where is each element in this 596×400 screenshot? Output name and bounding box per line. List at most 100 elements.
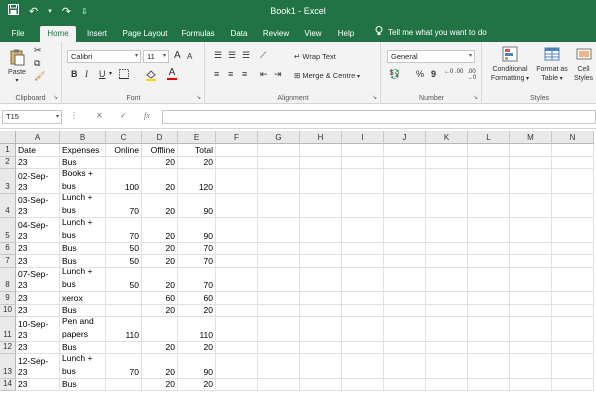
wrap-text-button[interactable]: ↵ Wrap Text <box>294 52 336 61</box>
cell-n7[interactable] <box>552 255 594 268</box>
cell-j12[interactable] <box>384 341 426 354</box>
shrink-font-button[interactable]: A <box>187 52 192 61</box>
cancel-icon[interactable]: ✕ <box>96 111 103 120</box>
cell-l14[interactable] <box>468 378 510 391</box>
cell-g9[interactable] <box>258 292 300 305</box>
cell-h5[interactable] <box>300 218 342 243</box>
cell-j1[interactable] <box>384 144 426 157</box>
cell-b1[interactable]: Expenses <box>60 144 106 157</box>
cell-j8[interactable] <box>384 267 426 292</box>
cell-m4[interactable] <box>510 193 552 218</box>
cell-n13[interactable] <box>552 354 594 379</box>
column-header-l[interactable]: L <box>468 131 510 144</box>
increase-indent-icon[interactable]: ⇥ <box>274 69 282 80</box>
column-header-k[interactable]: K <box>426 131 468 144</box>
align-middle-icon[interactable]: ☰ <box>228 50 236 61</box>
cell-d5[interactable]: 20 <box>142 218 178 243</box>
cell-a6[interactable]: 05-Sep-23 <box>16 242 60 255</box>
column-header-h[interactable]: H <box>300 131 342 144</box>
cell-l5[interactable] <box>468 218 510 243</box>
cell-h1[interactable] <box>300 144 342 157</box>
cell-k14[interactable] <box>426 378 468 391</box>
cell-l10[interactable] <box>468 304 510 317</box>
cell-a14[interactable]: 13-Sep-23 <box>16 378 60 391</box>
cell-k11[interactable] <box>426 317 468 342</box>
cell-a3[interactable]: 02-Sep-23 <box>16 169 60 194</box>
cell-g7[interactable] <box>258 255 300 268</box>
font-launcher-icon[interactable]: ↘ <box>196 94 201 101</box>
cell-f2[interactable] <box>216 156 258 169</box>
cell-j4[interactable] <box>384 193 426 218</box>
row-header-3[interactable]: 3 <box>0 169 16 194</box>
cell-j11[interactable] <box>384 317 426 342</box>
cell-g13[interactable] <box>258 354 300 379</box>
cell-l7[interactable] <box>468 255 510 268</box>
cell-m5[interactable] <box>510 218 552 243</box>
cell-h3[interactable] <box>300 169 342 194</box>
cell-h13[interactable] <box>300 354 342 379</box>
cell-a5[interactable]: 04-Sep-23 <box>16 218 60 243</box>
tab-help[interactable]: Help <box>334 26 358 42</box>
decrease-decimal-button[interactable]: .00 →0 <box>462 69 481 81</box>
cell-k6[interactable] <box>426 242 468 255</box>
cell-l1[interactable] <box>468 144 510 157</box>
cell-c2[interactable] <box>106 156 142 169</box>
cell-e8[interactable]: 70 <box>178 267 216 292</box>
cell-c10[interactable] <box>106 304 142 317</box>
row-header-13[interactable]: 13 <box>0 354 16 379</box>
cell-b14[interactable]: Bus <box>60 378 106 391</box>
row-header-11[interactable]: 11 <box>0 317 16 342</box>
cell-d11[interactable] <box>142 317 178 342</box>
cell-h4[interactable] <box>300 193 342 218</box>
number-format-dropdown-icon[interactable]: ▾ <box>469 51 472 62</box>
accounting-format-icon[interactable]: 💱 <box>389 69 400 80</box>
cell-k1[interactable] <box>426 144 468 157</box>
cell-e5[interactable]: 90 <box>178 218 216 243</box>
cell-a8[interactable]: 07-Sep-23 <box>16 267 60 292</box>
orientation-icon[interactable]: ⟋ <box>260 50 266 61</box>
column-header-b[interactable]: B <box>60 131 106 144</box>
font-name-dropdown-icon[interactable]: ▾ <box>135 51 138 62</box>
cell-i13[interactable] <box>342 354 384 379</box>
cell-g3[interactable] <box>258 169 300 194</box>
cell-j2[interactable] <box>384 156 426 169</box>
tab-insert[interactable]: Insert <box>82 26 112 42</box>
cell-c9[interactable] <box>106 292 142 305</box>
cell-n12[interactable] <box>552 341 594 354</box>
cell-k12[interactable] <box>426 341 468 354</box>
cell-m3[interactable] <box>510 169 552 194</box>
format-as-table-button[interactable]: Format as Table ▾ <box>533 45 571 84</box>
cell-h9[interactable] <box>300 292 342 305</box>
format-painter-icon[interactable]: 🖌 <box>34 71 45 82</box>
cell-k7[interactable] <box>426 255 468 268</box>
align-right-icon[interactable]: ≡ <box>242 69 247 79</box>
tab-review[interactable]: Review <box>260 26 292 42</box>
row-header-6[interactable]: 6 <box>0 242 16 255</box>
cell-j9[interactable] <box>384 292 426 305</box>
cell-i4[interactable] <box>342 193 384 218</box>
cell-g11[interactable] <box>258 317 300 342</box>
cell-g1[interactable] <box>258 144 300 157</box>
cell-f10[interactable] <box>216 304 258 317</box>
cell-m10[interactable] <box>510 304 552 317</box>
cell-e7[interactable]: 70 <box>178 255 216 268</box>
cell-m14[interactable] <box>510 378 552 391</box>
enter-icon[interactable]: ✓ <box>120 111 127 120</box>
cell-c1[interactable]: Online <box>106 144 142 157</box>
name-box[interactable]: T15 ▾ <box>2 110 62 124</box>
column-header-n[interactable]: N <box>552 131 594 144</box>
align-top-icon[interactable]: ☰ <box>214 50 222 61</box>
row-header-2[interactable]: 2 <box>0 156 16 169</box>
cell-h2[interactable] <box>300 156 342 169</box>
cell-e1[interactable]: Total <box>178 144 216 157</box>
merge-center-button[interactable]: ⊞ Merge & Centre ▾ <box>294 71 360 80</box>
cell-e9[interactable]: 60 <box>178 292 216 305</box>
cell-f1[interactable] <box>216 144 258 157</box>
cell-b13[interactable]: Lunch + bus <box>60 354 106 379</box>
cell-h8[interactable] <box>300 267 342 292</box>
cell-l8[interactable] <box>468 267 510 292</box>
cell-e12[interactable]: 20 <box>178 341 216 354</box>
cell-c6[interactable]: 50 <box>106 242 142 255</box>
cell-m2[interactable] <box>510 156 552 169</box>
cell-n8[interactable] <box>552 267 594 292</box>
